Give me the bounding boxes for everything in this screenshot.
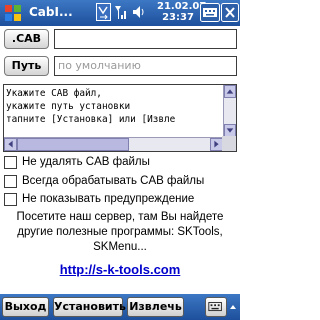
promo-text: Посетите наш сервер, там Вы найдете друг… (0, 210, 240, 255)
option-keep-cab[interactable]: Не удалять CAB файлы (4, 154, 150, 170)
option-hide-warning[interactable]: Не показывать предупреждение (4, 191, 194, 207)
close-icon[interactable] (221, 3, 239, 22)
scroll-left-icon[interactable] (4, 138, 17, 151)
option-label: Не удалять CAB файлы (22, 156, 150, 168)
install-path-field[interactable]: по умолчанию (54, 56, 237, 76)
time-text: 23:37 (162, 12, 194, 23)
info-line: тапните [Установка] или [Извле (6, 114, 176, 125)
promo-line: другие полезные программы: SKTools, (17, 226, 223, 238)
signal-strength-icon[interactable] (113, 3, 128, 21)
website-link[interactable]: http://s-k-tools.com (0, 262, 240, 277)
scroll-thumb[interactable] (17, 138, 129, 151)
app-title: CabI... (29, 5, 73, 19)
windows-start-icon[interactable] (3, 3, 23, 23)
cab-browse-button[interactable]: .CAB (4, 29, 49, 49)
info-text: Укажите CAB файл, укажите путь установки т… (6, 87, 220, 126)
chevron-up-icon[interactable] (229, 302, 237, 312)
option-label: Всегда обрабатывать CAB файлы (22, 175, 205, 187)
date-text: 21.02.07 (157, 1, 207, 12)
title-bar: CabI... 21.02.07 23:37 (0, 0, 240, 26)
install-button[interactable]: Установить (53, 297, 126, 317)
keyboard-status-icon[interactable] (200, 3, 220, 22)
clock[interactable]: 21.02.07 23:37 (157, 1, 207, 23)
checkbox[interactable] (4, 155, 17, 169)
info-textarea[interactable]: Укажите CAB файл, укажите путь установки т… (3, 84, 237, 152)
horizontal-scrollbar[interactable] (4, 137, 224, 151)
option-label: Не показывать предупреждение (22, 193, 195, 205)
extract-button[interactable]: Извлечь (127, 297, 184, 317)
cab-file-field[interactable] (54, 29, 237, 49)
info-line: Укажите CAB файл, (6, 88, 102, 99)
promo-line: SKMenu... (93, 241, 147, 253)
promo-line: Посетите наш сервер, там Вы найдете (16, 211, 224, 223)
info-line: укажите путь установки (6, 101, 131, 112)
checkbox[interactable] (4, 192, 17, 206)
checkbox[interactable] (4, 174, 17, 188)
scroll-up-icon[interactable] (224, 85, 236, 98)
separator-icon (146, 3, 156, 21)
option-always-process[interactable]: Всегда обрабатывать CAB файлы (4, 173, 204, 189)
volume-icon[interactable] (131, 3, 146, 21)
connectivity-icon[interactable] (96, 3, 111, 21)
vertical-scrollbar[interactable] (223, 85, 236, 137)
scroll-corner (222, 136, 236, 151)
exit-button[interactable]: Выход (2, 297, 49, 317)
menu-bar: Выход Установить Извлечь (0, 294, 240, 320)
keyboard-icon[interactable] (205, 297, 227, 317)
path-browse-button[interactable]: Путь (4, 56, 49, 76)
